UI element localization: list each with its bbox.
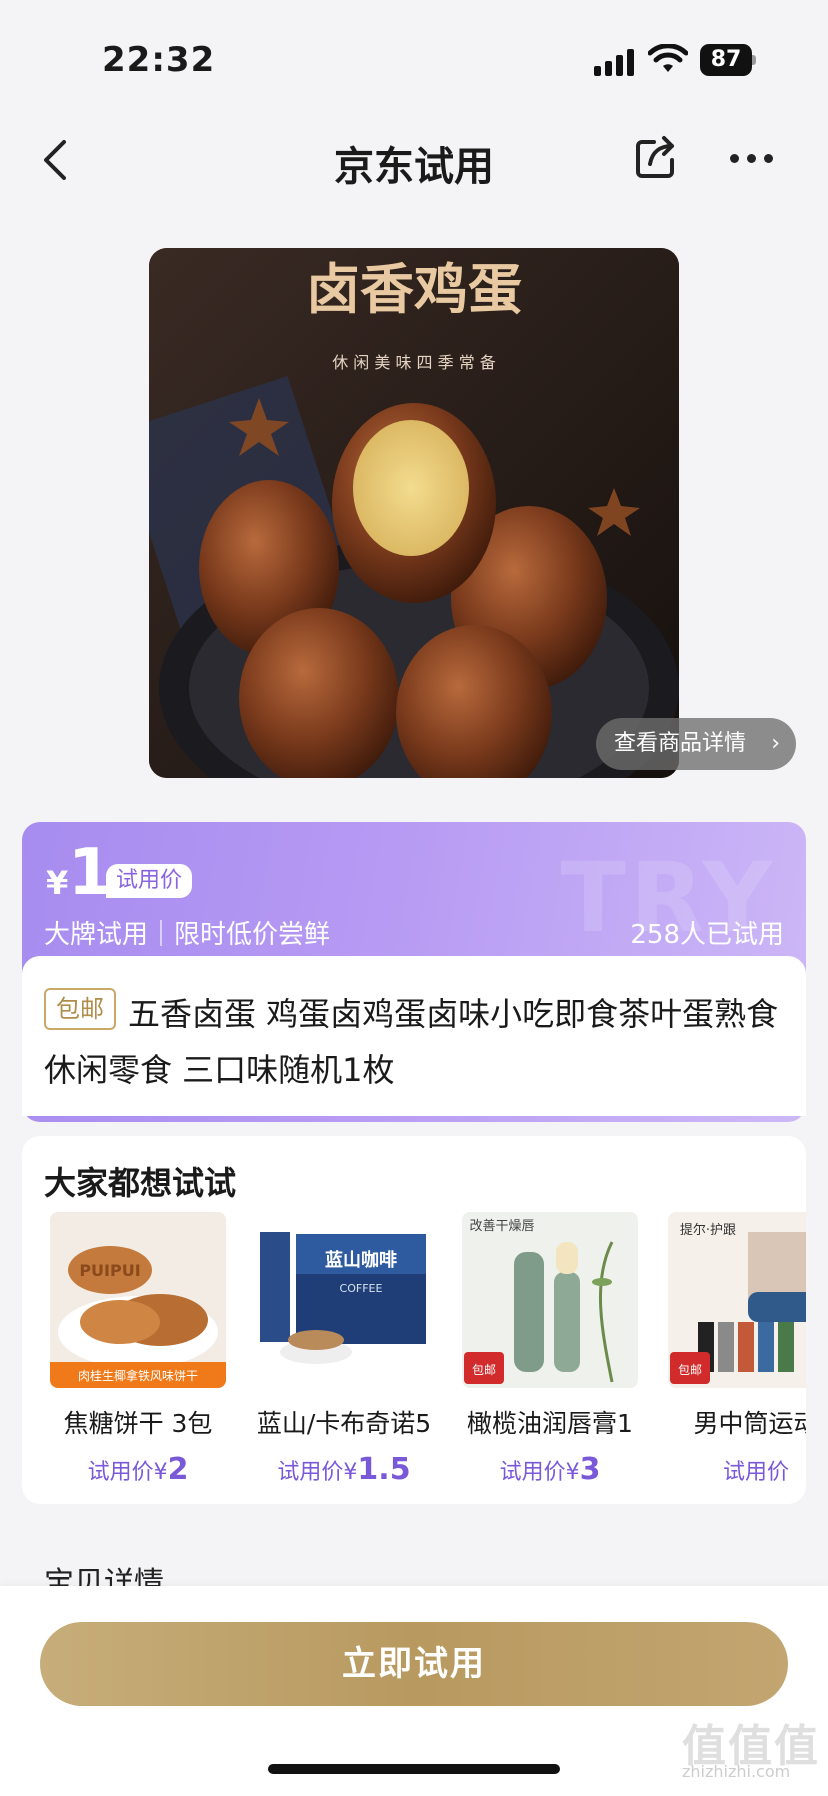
status-time: 22:32 (102, 40, 216, 80)
svg-text:PUIPUI: PUIPUI (79, 1261, 140, 1280)
rec-item-price: 试用价¥3 (499, 1452, 601, 1487)
image-title: 卤香鸡蛋 (306, 257, 522, 321)
recommendations-list[interactable]: PUIPUI 肉桂生椰拿铁风味饼干 焦糖饼干 3包 试用价¥2 蓝山咖啡 COF… (50, 1212, 806, 1492)
rec-item-price: 试用价 (722, 1460, 789, 1485)
product-image[interactable]: 卤香鸡蛋 休 闲 美 味 四 季 常 备 (149, 248, 679, 778)
more-icon[interactable] (728, 154, 776, 166)
price-currency: ¥ (46, 864, 69, 902)
battery-icon: 87 (700, 44, 756, 76)
share-icon[interactable] (632, 134, 680, 182)
product-title: 五香卤蛋 鸡蛋卤鸡蛋卤味小吃即食茶叶蛋熟食休闲零食 三口味随机1枚 (44, 995, 779, 1089)
home-indicator[interactable] (268, 1764, 560, 1774)
site-watermark: 值值值 zhizhizhi.com (682, 1710, 822, 1790)
page-title: 京东试用 (334, 144, 494, 190)
view-detail-button[interactable]: 查看商品详情 › (596, 718, 796, 770)
nav-bar: 京东试用 (0, 120, 828, 200)
rec-item[interactable]: 蓝山咖啡 COFFEE 蓝山/卡布奇诺5 试用价¥1.5 (256, 1212, 432, 1492)
trial-price-tag: 试用价 (106, 864, 193, 898)
recommendations-section: 大家都想试试 PUIPUI 肉桂生椰拿铁风味饼干 焦糖饼干 3包 试用价¥2 蓝… (22, 1136, 806, 1504)
rec-item-name: 橄榄油润唇膏1 (467, 1409, 633, 1438)
svg-text:改善干燥唇: 改善干燥唇 (469, 1218, 534, 1234)
braised-eggs-illustration: 卤香鸡蛋 休 闲 美 味 四 季 常 备 (149, 248, 679, 778)
rec-item-name: 蓝山/卡布奇诺5 (256, 1409, 432, 1438)
product-title-card: 五香卤蛋 鸡蛋卤鸡蛋卤味小吃即食茶叶蛋熟食休闲零食 三口味随机1枚 包邮 (22, 956, 806, 1116)
brand-slogan: 大牌试用｜限时低价尝鲜 (44, 920, 331, 950)
svg-text:COFFEE: COFFEE (340, 1282, 383, 1295)
svg-text:提尔·护跟: 提尔·护跟 (680, 1222, 736, 1238)
free-shipping-badge: 包邮 (44, 988, 116, 1030)
rec-thumb-socks: 提尔·护跟 包邮 (668, 1212, 806, 1388)
rec-item[interactable]: 提尔·护跟 包邮 男中筒运动 试用价 (668, 1212, 806, 1492)
battery-level: 87 (700, 44, 752, 76)
svg-text:蓝山咖啡: 蓝山咖啡 (325, 1249, 397, 1271)
svg-text:包邮: 包邮 (678, 1363, 702, 1377)
rec-item[interactable]: 改善干燥唇 包邮 橄榄油润唇膏1 试用价¥3 (462, 1212, 638, 1492)
tried-count: 258人已试用 (630, 920, 784, 950)
watermark-url: zhizhizhi.com (682, 1762, 791, 1781)
recommendations-heading: 大家都想试试 (44, 1164, 237, 1202)
rec-thumb-lipbalm: 改善干燥唇 包邮 (462, 1212, 638, 1388)
rec-item-name: 男中筒运动 (693, 1409, 806, 1438)
rec-item-price: 试用价¥1.5 (277, 1452, 411, 1487)
rec-thumb-coffee: 蓝山咖啡 COFFEE (256, 1212, 432, 1388)
wifi-icon (648, 44, 688, 72)
signal-icon (594, 48, 636, 76)
rec-item-price: 试用价¥2 (87, 1452, 189, 1487)
svg-text:包邮: 包邮 (472, 1363, 496, 1377)
svg-text:肉桂生椰拿铁风味饼干: 肉桂生椰拿铁风味饼干 (78, 1368, 198, 1383)
image-subtitle: 休 闲 美 味 四 季 常 备 (332, 353, 496, 372)
status-bar: 22:32 87 (0, 0, 828, 120)
try-now-button[interactable]: 立即试用 (40, 1622, 788, 1706)
rec-item[interactable]: PUIPUI 肉桂生椰拿铁风味饼干 焦糖饼干 3包 试用价¥2 (50, 1212, 226, 1492)
chevron-right-icon: › (771, 731, 780, 756)
rec-item-name: 焦糖饼干 3包 (63, 1409, 213, 1438)
view-detail-label: 查看商品详情 (614, 731, 747, 756)
rec-thumb-biscuit: PUIPUI 肉桂生椰拿铁风味饼干 (50, 1212, 226, 1388)
